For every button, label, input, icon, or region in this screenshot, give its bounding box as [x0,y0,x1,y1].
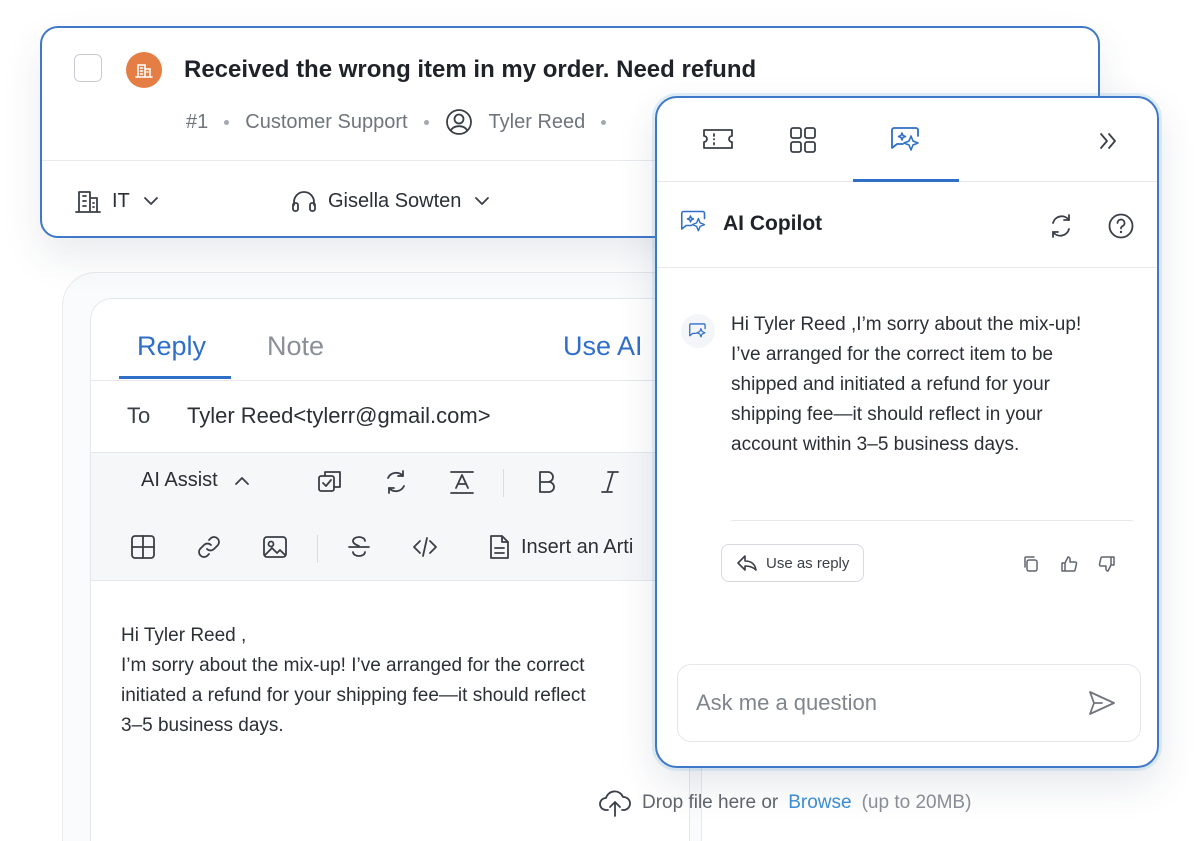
active-tab-indicator [119,376,231,379]
copilot-avatar [681,314,715,348]
ai-assist-dropdown[interactable]: AI Assist [141,469,252,492]
ai-assist-label: AI Assist [141,469,218,491]
building-icon [126,52,162,88]
rephrase-icon[interactable] [381,467,411,497]
thumbs-down-icon[interactable] [1097,554,1117,574]
team-dropdown[interactable]: IT [74,188,162,214]
bold-icon[interactable] [531,467,561,497]
refresh-icon[interactable] [1047,212,1075,240]
toolbar-divider [317,535,318,563]
browse-link[interactable]: Browse [788,792,851,814]
formatting-toolbar: AI Assist Insert an Arti [91,453,689,581]
sparkle-chat-icon[interactable] [889,124,923,156]
insert-article-label: Insert an Arti [521,535,634,558]
use-ai-button[interactable]: Use AI [563,331,643,362]
to-field[interactable]: Tyler Reed<tylerr@gmail.com> [187,403,491,429]
send-icon[interactable] [1086,687,1118,719]
ticket-meta: #1 Customer Support Tyler Reed [186,108,607,136]
reply-arrow-icon [736,553,758,573]
use-as-reply-label: Use as reply [766,554,850,572]
ticket-checkbox[interactable] [74,54,102,82]
ticket-icon[interactable] [701,124,735,154]
ticket-title: Received the wrong item in my order. Nee… [184,56,757,83]
copilot-tabs [657,98,1157,182]
copilot-header: AI Copilot [657,182,1157,268]
ticket-department: Customer Support [245,110,408,133]
agent-label: Gisella Sowten [328,189,462,212]
to-label: To [127,403,151,428]
headset-icon [290,188,318,214]
reply-body[interactable]: Hi Tyler Reed , I’m sorry about the mix-… [121,621,681,741]
ai-copilot-panel: AI Copilot Hi Tyler Reed ,I’m sorry abou… [655,96,1159,768]
use-as-reply-button[interactable]: Use as reply [721,544,865,582]
italic-icon[interactable] [595,467,625,497]
tab-note[interactable]: Note [267,331,324,362]
ask-question-box [677,664,1141,742]
ask-question-input[interactable] [696,687,1066,719]
editor-tabs: Reply Note Use AI [91,299,689,381]
ticket-number: #1 [186,110,209,133]
strikethrough-icon[interactable] [345,533,373,561]
copy-icon[interactable] [1021,554,1041,574]
ticket-requester[interactable]: Tyler Reed [489,111,586,134]
message-divider [731,520,1133,521]
insert-article-button[interactable]: Insert an Arti [487,533,633,561]
copy-check-icon[interactable] [315,467,345,497]
help-icon[interactable] [1107,212,1135,240]
size-limit: (up to 20MB) [861,792,972,813]
upload-cloud-icon [598,788,632,818]
code-icon[interactable] [411,533,439,561]
reply-editor: Reply Note Use AI To Tyler Reed<tylerr@g… [90,298,690,841]
toolbar-divider [503,469,504,497]
tab-reply[interactable]: Reply [137,331,206,362]
office-building-icon [74,188,102,214]
chevron-down-icon [140,190,162,212]
table-icon[interactable] [129,533,157,561]
drop-text: Drop file here or [642,792,779,813]
user-circle-icon [445,108,473,136]
copilot-message: Hi Tyler Reed ,I’m sorry about the mix-u… [731,314,1082,455]
grid-icon[interactable] [787,124,819,156]
document-icon [487,533,511,561]
sparkle-chat-icon [679,208,709,236]
separator-dot [423,119,429,125]
recipient-row: To Tyler Reed<tylerr@gmail.com> [91,381,689,453]
separator-dot [601,119,607,125]
chevron-up-icon [232,471,252,491]
agent-dropdown[interactable]: Gisella Sowten [290,188,493,214]
chevron-down-icon [471,190,493,212]
thumbs-up-icon[interactable] [1059,554,1079,574]
link-icon[interactable] [195,533,223,561]
copilot-title: AI Copilot [723,212,823,235]
separator-dot [224,119,230,125]
file-drop-zone[interactable]: Drop file here or Browse (up to 20MB) [598,788,971,818]
team-label: IT [112,189,130,212]
text-format-icon[interactable] [447,467,477,497]
double-chevron-right-icon[interactable] [1095,128,1121,154]
image-icon[interactable] [261,533,289,561]
